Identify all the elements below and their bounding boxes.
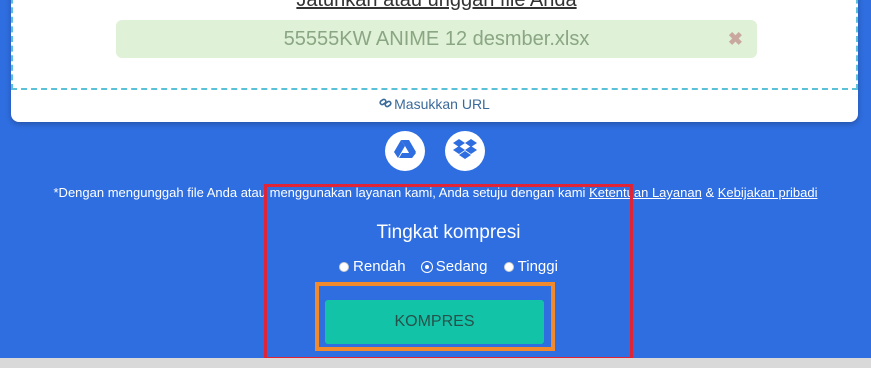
- privacy-policy-link[interactable]: Kebijakan pribadi: [718, 185, 818, 200]
- file-dropzone[interactable]: Jatuhkan atau unggah file Anda 55555KW A…: [11, 0, 858, 90]
- enter-url-label: Masukkan URL: [394, 96, 490, 112]
- google-drive-icon: [393, 139, 417, 164]
- upload-link[interactable]: Jatuhkan atau unggah file Anda: [13, 0, 860, 12]
- link-icon: [379, 96, 393, 112]
- remove-file-icon[interactable]: ✖: [728, 20, 743, 58]
- upload-card: Jatuhkan atau unggah file Anda 55555KW A…: [11, 0, 858, 122]
- file-name: 55555KW ANIME 12 desmber.xlsx: [283, 28, 590, 50]
- google-drive-button[interactable]: [385, 131, 425, 171]
- uploaded-file-item: 55555KW ANIME 12 desmber.xlsx ✖: [116, 20, 757, 58]
- highlight-box-orange: [315, 282, 555, 351]
- enter-url-link[interactable]: Masukkan URL: [11, 96, 858, 112]
- bottom-strip: [0, 358, 871, 368]
- terms-and: &: [701, 185, 718, 200]
- dropbox-button[interactable]: [445, 131, 485, 171]
- dropbox-icon: [453, 138, 477, 165]
